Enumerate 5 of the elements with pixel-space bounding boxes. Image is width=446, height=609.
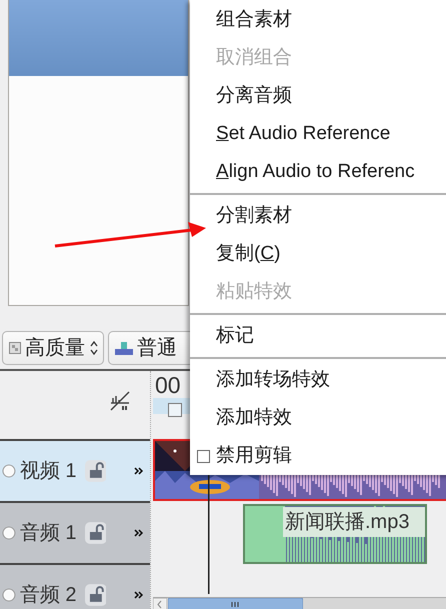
timecode: 00 bbox=[155, 373, 182, 398]
track-name: 音频 1 bbox=[20, 521, 77, 546]
track-name: 音频 2 bbox=[20, 583, 77, 608]
track-name: 视频 1 bbox=[20, 459, 77, 484]
clip-label: 新闻联播.mp3 bbox=[283, 507, 425, 537]
